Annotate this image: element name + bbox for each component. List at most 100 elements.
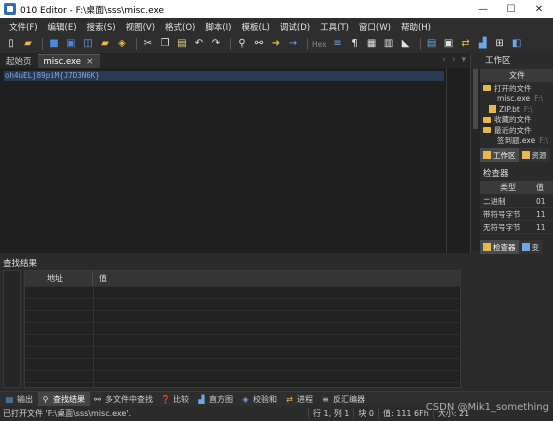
new-file-icon[interactable]: ▯ xyxy=(4,37,18,51)
copy-icon[interactable]: ❐ xyxy=(158,37,172,51)
redo-icon[interactable]: ↷ xyxy=(209,37,223,51)
tab-workspace[interactable]: 工作区 xyxy=(480,148,519,162)
editor-scrollbar[interactable] xyxy=(446,68,447,253)
save-icon[interactable]: ■ xyxy=(47,37,61,51)
find-results-table[interactable]: 地址 值 xyxy=(24,270,461,388)
column-value[interactable]: 值 xyxy=(93,271,460,286)
hex-mode-label[interactable]: Hex xyxy=(312,40,327,49)
tab-label: 检查器 xyxy=(493,242,516,252)
tab-misc-exe[interactable]: misc.exe × xyxy=(37,54,100,68)
tree-item-zip-bt[interactable]: ZIP.bt F:\ xyxy=(483,104,553,115)
chart-icon[interactable]: ▟ xyxy=(476,37,490,51)
tab-start-label: 起始页 xyxy=(6,57,32,67)
inspector-type-header[interactable]: 类型 xyxy=(480,182,536,193)
tab-compare[interactable]: ❓ 比较 xyxy=(158,392,194,406)
tab-label: 比较 xyxy=(173,394,189,404)
menu-help[interactable]: 帮助(H) xyxy=(396,21,436,33)
checksum-icon: ◈ xyxy=(242,394,249,404)
tree-item-checkin-exe[interactable]: 签到题.exe F:\ xyxy=(483,136,553,147)
watermark: CSDN @Mik1_something xyxy=(425,402,549,413)
tab-find-results[interactable]: ⚲ 查找结果 xyxy=(38,392,90,406)
close-icon[interactable]: ✕ xyxy=(525,0,553,18)
text-editor[interactable]: oh4uELj89piM{J7D3N6K} xyxy=(0,68,470,253)
inspector-icon[interactable]: ▤ xyxy=(425,37,439,51)
maximize-icon[interactable]: ☐ xyxy=(497,0,525,18)
menu-tools[interactable]: 工具(T) xyxy=(315,21,354,33)
paragraph-icon[interactable]: ¶ xyxy=(348,37,362,51)
menu-format[interactable]: 格式(O) xyxy=(160,21,200,33)
undo-icon[interactable]: ↶ xyxy=(192,37,206,51)
editor-content[interactable]: oh4uELj89piM{J7D3N6K} xyxy=(5,71,100,81)
tab-prev-icon[interactable]: ‹ xyxy=(442,55,446,65)
goto-icon[interactable]: ➜ xyxy=(269,37,283,51)
menu-script[interactable]: 脚本(I) xyxy=(200,21,236,33)
menu-debug[interactable]: 调试(D) xyxy=(275,21,315,33)
tab-output[interactable]: ▤ 输出 xyxy=(2,392,38,406)
menu-window[interactable]: 窗口(W) xyxy=(354,21,396,33)
menu-edit[interactable]: 编辑(E) xyxy=(43,21,82,33)
tab-variables[interactable]: 变 xyxy=(518,240,542,254)
tab-close-icon[interactable]: × xyxy=(86,57,94,67)
calculator-icon[interactable]: ▣ xyxy=(442,37,456,51)
menu-view[interactable]: 视图(V) xyxy=(121,21,160,33)
workspace-icon xyxy=(483,151,491,159)
hex-mode-icon[interactable]: ≡ xyxy=(331,37,345,51)
toolbar-divider xyxy=(230,38,231,50)
inspector-row[interactable]: 带符号字节 11 xyxy=(480,208,553,221)
tab-checksum[interactable]: ◈ 校验和 xyxy=(238,392,282,406)
cut-icon[interactable]: ✂ xyxy=(141,37,155,51)
find-replace-icon[interactable]: ⚯ xyxy=(252,37,266,51)
tab-find-in-files[interactable]: ⚯ 多文件中查找 xyxy=(90,392,158,406)
tab-resources[interactable]: 资源 xyxy=(518,148,550,162)
open-folder-icon[interactable]: ▰ xyxy=(21,37,35,51)
inspector-type: 无符号字节 xyxy=(483,222,521,232)
tree-item-recent[interactable]: 最近的文件 xyxy=(483,125,553,136)
paste-icon[interactable]: ▤ xyxy=(175,37,189,51)
folder-icon xyxy=(483,116,491,123)
toolbar: ▯ ▰ ■ ▣ ◫ ▰ ◈ ✂ ❐ ▤ ↶ ↷ ⚲ ⚯ ➜ → Hex ≡ ¶ … xyxy=(0,35,553,53)
find-icon[interactable]: ⚲ xyxy=(235,37,249,51)
panel-scrollbar[interactable] xyxy=(471,69,480,251)
compare-icon[interactable]: ◧ xyxy=(510,37,524,51)
workspace-column-header[interactable]: 文件 xyxy=(480,69,553,82)
goto-arrow-icon[interactable]: → xyxy=(286,37,300,51)
binary-icon[interactable]: ⊞ xyxy=(493,37,507,51)
inspector-row[interactable]: 无符号字节 11 xyxy=(480,221,553,234)
tab-next-icon[interactable]: › xyxy=(452,55,456,65)
tree-label: 收藏的文件 xyxy=(494,115,532,125)
menu-search[interactable]: 搜索(S) xyxy=(82,21,121,33)
inspector-value: 01 xyxy=(536,196,546,206)
arrows-icon[interactable]: ⇄ xyxy=(459,37,473,51)
grid-icon[interactable]: ▦ xyxy=(365,37,379,51)
tree-label: ZIP.bt xyxy=(499,104,520,114)
tree-item-open-files[interactable]: 打开的文件 xyxy=(483,83,553,94)
right-panel: 工作区 文件 打开的文件 misc.exe F:\ ZIP.bt F:\ 收藏的文件… xyxy=(470,53,553,254)
find-in-files-icon: ⚯ xyxy=(94,394,101,404)
tab-menu-icon[interactable]: ▾ xyxy=(461,55,466,65)
title-bar: 010 Editor - F:\桌面\sss\misc.exe — ☐ ✕ xyxy=(0,0,553,18)
minimize-icon[interactable]: — xyxy=(469,0,497,18)
folder-icon[interactable]: ▰ xyxy=(98,37,112,51)
inspector-row[interactable]: 二进制 01 xyxy=(480,195,553,208)
inspector-value-header[interactable]: 值 xyxy=(536,182,544,193)
resources-icon xyxy=(521,151,530,159)
tab-histogram[interactable]: ▟ 直方图 xyxy=(194,392,238,406)
columns-icon[interactable]: ▥ xyxy=(382,37,396,51)
tab-process[interactable]: ⇄ 进程 xyxy=(282,392,318,406)
tab-inspector[interactable]: 检查器 xyxy=(480,240,519,254)
tree-path: F:\ xyxy=(534,94,543,104)
save-all-icon[interactable]: ▣ xyxy=(64,37,78,51)
copy-window-icon[interactable]: ◫ xyxy=(81,37,95,51)
window-controls: — ☐ ✕ xyxy=(469,0,553,18)
tree-item-favorites[interactable]: 收藏的文件 xyxy=(483,115,553,126)
tree-item-misc-exe[interactable]: misc.exe F:\ xyxy=(483,94,553,105)
menu-template[interactable]: 模板(L) xyxy=(237,21,275,33)
bookmark-icon[interactable]: ◣ xyxy=(399,37,413,51)
folders-icon[interactable]: ◈ xyxy=(115,37,129,51)
column-address[interactable]: 地址 xyxy=(25,271,93,286)
tab-start-page[interactable]: 起始页 xyxy=(0,54,38,68)
app-logo-icon xyxy=(4,3,16,15)
tab-disassembler[interactable]: ≡ 反汇编器 xyxy=(318,392,370,406)
menu-file[interactable]: 文件(F) xyxy=(4,21,43,33)
scroll-thumb[interactable] xyxy=(473,69,478,129)
